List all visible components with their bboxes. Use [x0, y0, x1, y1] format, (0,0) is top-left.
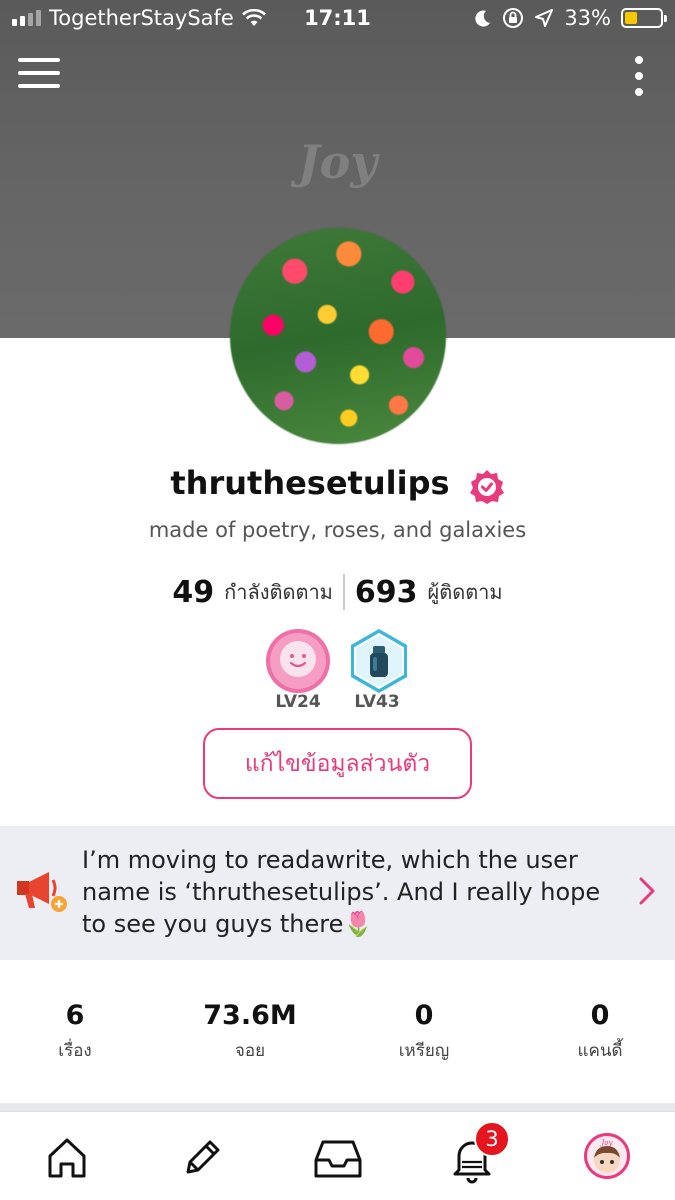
bottle-level-badge-icon[interactable]	[346, 628, 412, 694]
stat-label: จอย	[234, 1041, 266, 1061]
verified-badge-icon	[469, 469, 504, 504]
stat-label: เรื่อง	[58, 1041, 92, 1061]
chevron-right-icon[interactable]	[637, 876, 657, 906]
battery-icon	[621, 8, 667, 28]
following-count[interactable]: 49	[172, 575, 214, 610]
stat-value: 6	[65, 1000, 85, 1031]
followers-label[interactable]: ผู้ติดตาม	[428, 576, 503, 608]
badge-level-2: LV43	[354, 692, 400, 712]
badge-level-1: LV24	[275, 692, 321, 712]
announcement-text: I’m moving to readawrite, which the user…	[82, 846, 601, 938]
stat-stories[interactable]: 6 เรื่อง	[0, 1000, 150, 1064]
username: thruthesetulips	[170, 464, 450, 502]
username-row: thruthesetulips	[0, 464, 675, 505]
profile-counts: 6 เรื่อง 73.6M จอย 0 เหรียญ 0 แคนดี้	[0, 1000, 675, 1080]
edit-profile-button[interactable]: แก้ไขข้อมูลส่วนตัว	[203, 728, 472, 799]
profile-avatar-image[interactable]	[230, 228, 446, 444]
home-icon[interactable]	[39, 1130, 95, 1186]
stats-divider	[342, 574, 345, 610]
profile-bio: made of poetry, roses, and galaxies	[148, 518, 527, 542]
announcement-banner[interactable]: I’m moving to readawrite, which the user…	[0, 826, 675, 960]
status-bar: TogetherStaySafe 17:11 33%	[0, 0, 675, 40]
stat-label: แคนดี้	[577, 1041, 623, 1061]
megaphone-icon	[17, 872, 67, 912]
battery-percent: 33%	[564, 6, 611, 30]
hamburger-menu-icon[interactable]	[18, 58, 60, 92]
bottom-tab-bar: 3 Joy	[0, 1111, 675, 1200]
stat-label: เหรียญ	[398, 1041, 450, 1061]
pencil-icon[interactable]	[174, 1130, 230, 1186]
moon-icon	[475, 10, 491, 27]
more-options-icon[interactable]	[631, 56, 647, 96]
joy-watermark-logo: Joy	[297, 135, 378, 189]
stat-value: 73.6M	[203, 1000, 297, 1031]
stat-coins[interactable]: 0 เหรียญ	[349, 1000, 499, 1064]
followers-count[interactable]: 693	[355, 575, 418, 610]
stat-joy[interactable]: 73.6M จอย	[175, 1000, 325, 1064]
stat-value: 0	[414, 1000, 434, 1031]
profile-tab-avatar[interactable]: Joy	[584, 1133, 630, 1179]
location-icon	[535, 9, 554, 27]
following-label[interactable]: กำลังติดตาม	[224, 576, 333, 608]
inbox-icon[interactable]	[310, 1130, 366, 1186]
follow-stats: 49 กำลังติดตาม 693 ผู้ติดตาม	[0, 574, 675, 610]
notification-count-badge: 3	[474, 1121, 510, 1157]
orientation-lock-icon	[503, 8, 524, 28]
stat-value: 0	[590, 1000, 610, 1031]
section-divider	[0, 1103, 675, 1111]
tab-avatar-text: Joy	[600, 1139, 614, 1147]
stat-candy[interactable]: 0 แคนดี้	[525, 1000, 675, 1064]
smile-level-badge-icon[interactable]	[265, 628, 331, 694]
